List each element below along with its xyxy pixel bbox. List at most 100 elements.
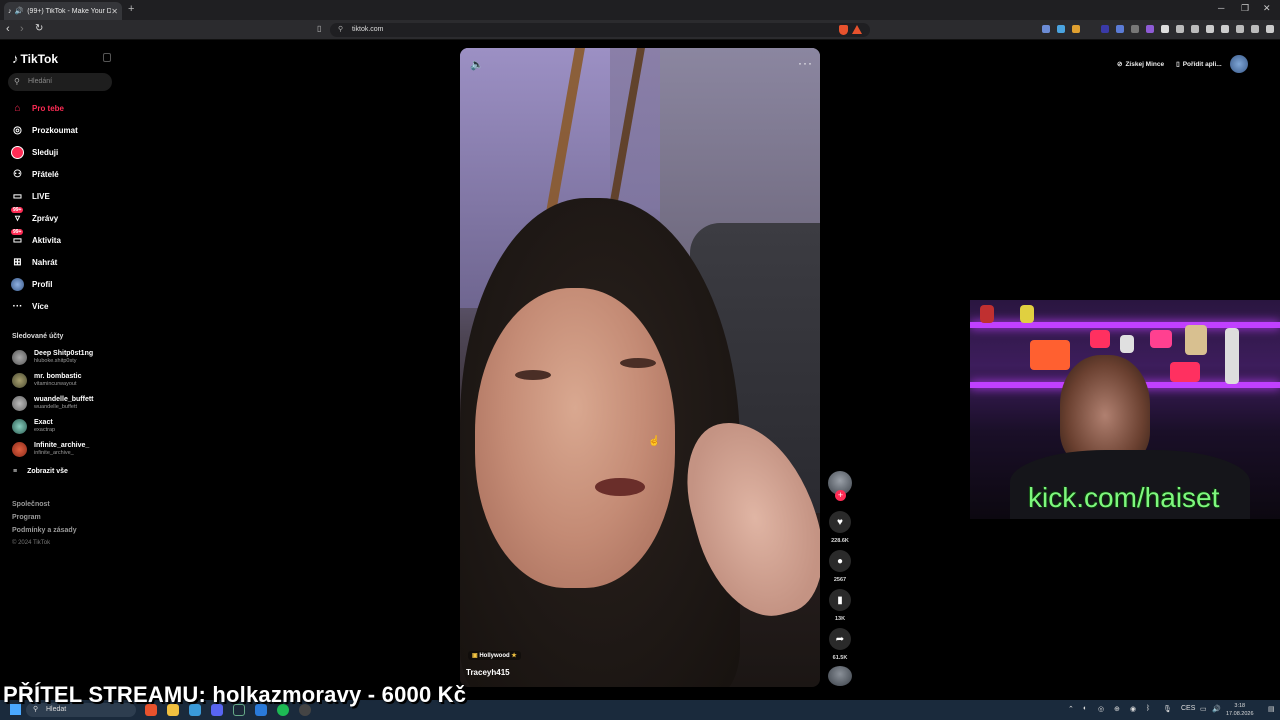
comment-button[interactable]: ● 2567 xyxy=(827,550,853,583)
microphone-icon[interactable]: 🎙 xyxy=(1163,705,1172,713)
window-close-button[interactable]: ✕ xyxy=(1263,3,1271,14)
get-app-label: Pořídit apli... xyxy=(1182,60,1222,68)
collapse-sidebar-icon[interactable] xyxy=(103,53,111,62)
tray-icon[interactable]: ◎ xyxy=(1098,705,1104,713)
minimize-button[interactable]: ─ xyxy=(1218,3,1224,13)
followed-account[interactable]: Infinite_archive_ infinite_archive_ xyxy=(12,442,89,457)
tab-close-button[interactable]: ✕ xyxy=(111,7,118,16)
wallet-icon[interactable] xyxy=(1221,25,1229,33)
language-indicator[interactable]: CES xyxy=(1181,705,1195,712)
nav-item-profile[interactable]: Profil xyxy=(11,276,52,292)
notifications-icon[interactable]: ▤ xyxy=(1268,705,1275,713)
figurine xyxy=(1150,330,1172,348)
user-avatar[interactable] xyxy=(1229,55,1248,73)
get-coins-button[interactable]: ⊘ Získej Mince xyxy=(1113,55,1168,73)
browser-tab-bar: ♪ 🔊 (99+) TikTok - Make Your Day ✕ + ─ ❐… xyxy=(0,0,1280,20)
sidebar-toggle-icon[interactable] xyxy=(1206,25,1214,33)
nav-item-following[interactable]: Sleduji xyxy=(11,144,58,160)
extension-icon[interactable] xyxy=(1191,25,1199,33)
nav-item-live[interactable]: ▭ LIVE xyxy=(11,188,50,204)
back-icon[interactable]: ‹ xyxy=(6,23,10,35)
video-player[interactable]: 🔈 ··· ☝ ▣ Hollywood ★ Traceyh415 xyxy=(460,48,820,687)
search-input[interactable]: ⚲ Hledání xyxy=(8,73,112,91)
address-bar[interactable]: ⚲ tiktok.com xyxy=(330,23,870,37)
activity-icon: ▭ 99+ xyxy=(11,228,24,246)
volume-icon[interactable]: 🔊 xyxy=(1212,705,1221,713)
bookmark-icon[interactable]: ▯ xyxy=(317,24,321,33)
rewards-icon[interactable] xyxy=(852,25,862,34)
followed-account[interactable]: wuandelle_buffett wuandelle_buffett xyxy=(12,396,94,411)
search-placeholder: Hledání xyxy=(28,78,53,85)
taskbar-clock[interactable]: 3:18 17.08.2026 xyxy=(1226,702,1254,718)
nav-item-friends[interactable]: ⚇ Přátelé xyxy=(11,166,59,182)
stream-url-text: kick.com/haiset xyxy=(1028,482,1220,513)
music-disc-avatar[interactable] xyxy=(828,666,852,686)
speaker-icon[interactable]: 🔊 xyxy=(15,7,24,15)
footer-link-company[interactable]: Společnost xyxy=(12,501,50,508)
extension-icon[interactable] xyxy=(1042,25,1050,33)
nav-item-messages[interactable]: ▿ 99+ Zprávy xyxy=(11,206,58,226)
bluetooth-icon[interactable]: ᛒ xyxy=(1146,705,1150,712)
tray-icon[interactable]: ⊕ xyxy=(1114,705,1120,713)
logo-text: TikTok xyxy=(20,51,59,66)
followed-account[interactable]: Deep Shitp0st1ng hluboke.shitp0sty xyxy=(12,350,93,365)
more-options-icon[interactable]: ··· xyxy=(798,56,813,70)
avatar xyxy=(12,442,27,457)
menu-icon[interactable] xyxy=(1266,25,1274,33)
figurine xyxy=(1170,362,1200,382)
get-app-button[interactable]: ▯ Pořídit apli... xyxy=(1172,55,1226,73)
new-tab-button[interactable]: + xyxy=(128,3,134,15)
extension-icon[interactable] xyxy=(1101,25,1109,33)
nav-item-for-you[interactable]: ⌂ Pro tebe xyxy=(11,100,64,116)
extension-icon[interactable] xyxy=(1116,25,1124,33)
tiktok-favicon-icon: ♪ xyxy=(8,7,12,15)
forward-icon[interactable]: › xyxy=(20,23,24,35)
compass-icon: ◎ xyxy=(13,124,22,136)
extension-icon[interactable] xyxy=(1131,25,1139,33)
show-all-button[interactable]: ≡ Zobrazit vše xyxy=(13,468,68,475)
followed-account[interactable]: mr. bombastic vitamincurwayout xyxy=(12,373,81,388)
coin-icon: ⊘ xyxy=(1117,61,1123,68)
tiktok-logo[interactable]: ♪ TikTok xyxy=(12,51,58,66)
shield-icon[interactable] xyxy=(1251,25,1259,33)
like-button[interactable]: ♥ 228.6K xyxy=(827,511,853,544)
account-name: Exact xyxy=(34,419,53,426)
share-button[interactable]: ➦ 61.5K xyxy=(827,628,853,661)
volume-icon[interactable]: 🔈 xyxy=(470,58,484,71)
hashtag-chip[interactable]: ▣ Hollywood ★ xyxy=(468,651,521,660)
comment-icon: ● xyxy=(829,550,851,572)
extension-icon[interactable] xyxy=(1057,25,1065,33)
nav-label: LIVE xyxy=(32,191,50,201)
reload-icon[interactable]: ↻ xyxy=(35,23,43,34)
vpn-icon[interactable] xyxy=(1236,25,1244,33)
footer-link-terms[interactable]: Podmínky a zásady xyxy=(12,527,77,534)
extensions-puzzle-icon[interactable] xyxy=(1176,25,1184,33)
nav-item-more[interactable]: ··· Více xyxy=(11,298,49,314)
tray-icon[interactable]: ◐ xyxy=(1083,705,1087,712)
extension-icon[interactable] xyxy=(1146,25,1154,33)
chevron-up-icon[interactable]: ⌃ xyxy=(1068,705,1074,713)
follow-plus-icon[interactable]: + xyxy=(835,490,846,501)
site-info-icon[interactable]: ⚲ xyxy=(338,23,343,37)
extension-icon[interactable] xyxy=(1161,25,1169,33)
nav-item-activity[interactable]: ▭ 99+ Aktivita xyxy=(11,228,61,248)
followed-account[interactable]: Exact exactrap xyxy=(12,419,55,434)
author-avatar-button[interactable]: + xyxy=(827,470,853,504)
tray-icon[interactable]: ◉ xyxy=(1130,705,1136,713)
browser-tab[interactable]: ♪ 🔊 (99+) TikTok - Make Your Day ✕ xyxy=(4,2,122,20)
nav-item-explore[interactable]: ◎ Prozkoumat xyxy=(11,122,78,138)
save-button[interactable]: ▮ 13K xyxy=(827,589,853,622)
extension-icon[interactable] xyxy=(1072,25,1080,33)
restore-button[interactable]: ❐ xyxy=(1241,3,1249,14)
heart-icon: ♥ xyxy=(829,511,851,533)
brave-shield-icon[interactable] xyxy=(839,25,848,35)
phone-icon: ▯ xyxy=(1176,61,1180,68)
sidebar: ♪ TikTok ⚲ Hledání ⌂ Pro tebe ◎ Prozkoum… xyxy=(0,40,120,690)
account-handle: vitamincurwayout xyxy=(34,381,77,387)
footer-link-program[interactable]: Program xyxy=(12,514,41,521)
donation-overlay-text: PŘÍTEL STREAMU: holkazmoravy - 6000 Kč xyxy=(3,682,467,707)
video-author[interactable]: Traceyh415 xyxy=(466,668,510,677)
get-coins-label: Získej Mince xyxy=(1125,60,1165,68)
network-icon[interactable]: ▭ xyxy=(1200,705,1207,713)
nav-item-upload[interactable]: ⊞ Nahrát xyxy=(11,254,57,270)
